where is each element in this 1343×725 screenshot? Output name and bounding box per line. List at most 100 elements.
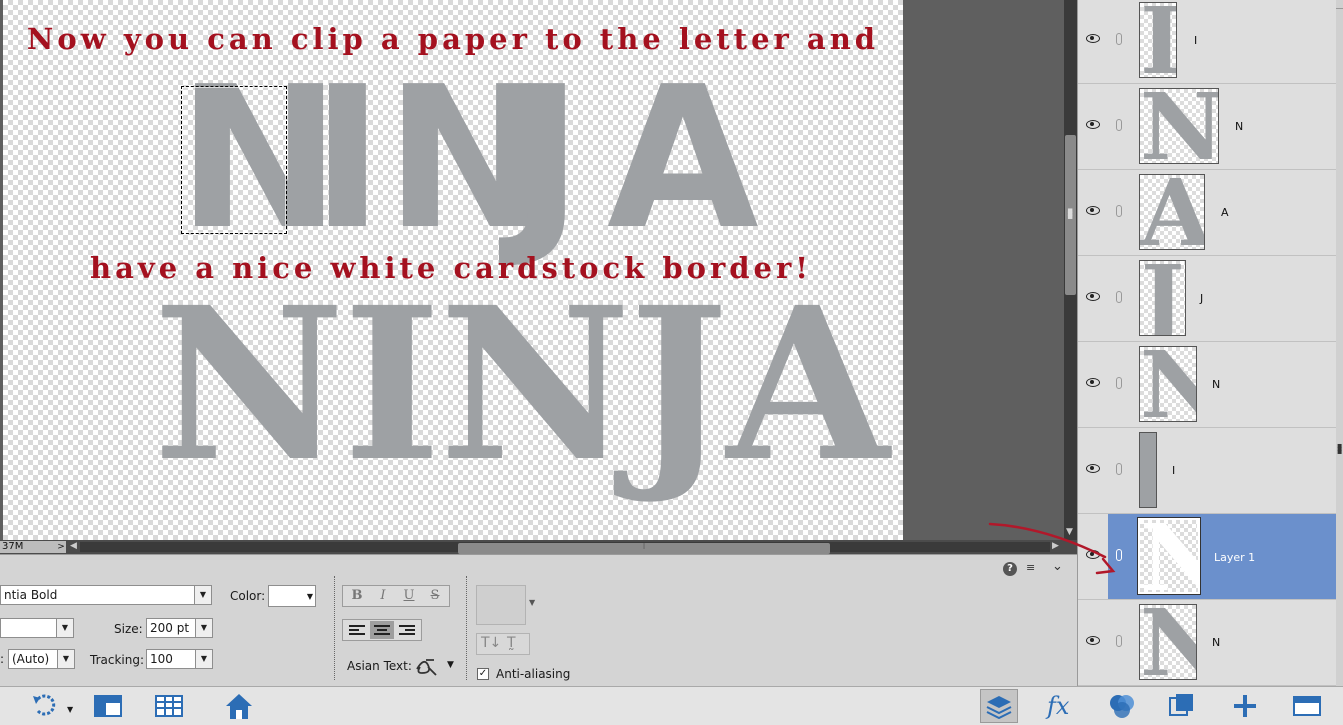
layers-scrollbar[interactable]: ▪ ▪ ▪ bbox=[1336, 9, 1343, 686]
link-icon bbox=[1116, 119, 1122, 131]
scroll-left-icon[interactable]: ◀ bbox=[70, 541, 77, 551]
font-family-dropdown[interactable]: ntia Bold ▼ bbox=[0, 585, 212, 605]
chevron-down-icon: ▼ bbox=[56, 619, 73, 637]
chevron-down-icon: ▼ bbox=[195, 650, 212, 668]
layers-icon bbox=[986, 696, 1012, 719]
strikethrough-button[interactable]: S bbox=[423, 587, 447, 605]
anti-aliasing-checkbox[interactable]: ✓ bbox=[477, 668, 489, 680]
organizer-icon[interactable] bbox=[154, 691, 184, 721]
leading-label: : bbox=[0, 652, 5, 666]
text-style-buttons: B I U S bbox=[342, 585, 450, 607]
layers-panel-button[interactable] bbox=[980, 689, 1018, 723]
sans-letter-a: A bbox=[607, 45, 759, 273]
text-color-swatch[interactable]: ▼ bbox=[268, 585, 316, 607]
eye-icon[interactable] bbox=[1086, 34, 1100, 43]
italic-button[interactable]: I bbox=[371, 587, 395, 605]
align-right-button[interactable] bbox=[395, 621, 419, 639]
layer-thumbnail: A bbox=[1139, 174, 1205, 250]
layer-name: I bbox=[1194, 34, 1198, 47]
eye-icon[interactable] bbox=[1086, 378, 1100, 387]
link-icon bbox=[1116, 635, 1122, 647]
layer-thumbnail: N bbox=[1137, 517, 1201, 595]
layout-icon[interactable] bbox=[93, 691, 123, 721]
layer-name: I bbox=[1172, 464, 1176, 477]
layer-row[interactable]: J J bbox=[1078, 256, 1336, 342]
eye-icon[interactable] bbox=[1086, 464, 1100, 473]
link-icon bbox=[1116, 463, 1122, 475]
font-style-dropdown[interactable]: ▼ bbox=[0, 618, 74, 638]
home-icon[interactable] bbox=[224, 691, 254, 721]
layer-row[interactable]: N N bbox=[1078, 600, 1336, 686]
anti-aliasing-label: Anti-aliasing bbox=[496, 667, 571, 681]
layer-thumbnail: I bbox=[1139, 2, 1177, 78]
vertical-text-icon[interactable]: T↓ bbox=[481, 635, 501, 651]
tracking-value: 100 bbox=[150, 652, 173, 666]
layer-row[interactable]: I I bbox=[1078, 0, 1336, 84]
options-divider bbox=[334, 576, 335, 680]
canvas-vertical-scrollbar[interactable]: ▪ ▪ ▪ ▼ bbox=[1064, 0, 1077, 540]
color-label: Color: bbox=[230, 589, 266, 603]
layer-thumbnail: N bbox=[1139, 346, 1197, 422]
font-size-dropdown[interactable]: 200 pt ▼ bbox=[146, 618, 213, 638]
status-bar: 37M > ◀ ⁝ ▶ bbox=[0, 540, 1077, 554]
undo-icon[interactable] bbox=[30, 691, 60, 721]
tracking-dropdown[interactable]: 100 ▼ bbox=[146, 649, 213, 669]
options-divider bbox=[466, 576, 467, 680]
asian-text-label: Asian Text: bbox=[347, 659, 412, 673]
chevron-down-icon: ▼ bbox=[57, 650, 74, 668]
layer-name: Layer 1 bbox=[1214, 551, 1256, 564]
selection-marquee[interactable] bbox=[181, 86, 287, 234]
eye-icon[interactable] bbox=[1086, 120, 1100, 129]
leading-dropdown[interactable]: (Auto) ▼ bbox=[8, 649, 75, 669]
align-left-button[interactable] bbox=[345, 621, 369, 639]
link-icon bbox=[1116, 33, 1122, 45]
horizontal-scroll-thumb[interactable]: ⁝ bbox=[458, 543, 830, 554]
chevron-down-icon: ▼ bbox=[306, 592, 313, 601]
canvas-horizontal-scrollbar[interactable]: ⁝ bbox=[80, 542, 1050, 554]
layer-name: N bbox=[1212, 636, 1221, 649]
eye-icon[interactable] bbox=[1086, 292, 1100, 301]
styles-icon[interactable] bbox=[1167, 691, 1197, 721]
tracking-label: Tracking: bbox=[90, 653, 144, 667]
underline-button[interactable]: U bbox=[397, 587, 421, 605]
status-menu-arrow[interactable]: > bbox=[56, 541, 66, 553]
warp-text-icon[interactable]: T̰ bbox=[507, 635, 516, 651]
asian-text-icon[interactable] bbox=[414, 655, 438, 677]
layer-row[interactable]: A A bbox=[1078, 170, 1336, 256]
layer-row[interactable]: N N bbox=[1078, 342, 1336, 428]
annotation-arrow bbox=[988, 522, 1116, 575]
add-icon[interactable] bbox=[1230, 691, 1260, 721]
layer-row[interactable]: N N bbox=[1078, 84, 1336, 170]
grip-icon: ▪ ▪ ▪ bbox=[1337, 441, 1343, 456]
document-canvas-area[interactable]: Now you can clip a paper to the letter a… bbox=[0, 0, 1064, 540]
layer-name: J bbox=[1200, 292, 1204, 305]
eye-icon[interactable] bbox=[1086, 636, 1100, 645]
chevron-down-icon[interactable]: ▼ bbox=[529, 598, 535, 607]
chevron-down-icon: ▼ bbox=[195, 619, 212, 637]
layer-row[interactable]: I I bbox=[1078, 428, 1336, 514]
size-label: Size: bbox=[114, 622, 143, 636]
eye-icon[interactable] bbox=[1086, 206, 1100, 215]
bold-button[interactable]: B bbox=[345, 587, 369, 605]
bottom-taskbar: ▼ fx bbox=[0, 686, 1343, 725]
align-center-button[interactable] bbox=[370, 621, 394, 639]
text-style-preview[interactable] bbox=[476, 585, 526, 625]
text-orientation-buttons: T↓ T̰ bbox=[476, 633, 530, 655]
memory-readout: 37M bbox=[0, 541, 56, 553]
chevron-down-icon[interactable]: ▼ bbox=[447, 660, 454, 670]
font-size-value: 200 pt bbox=[150, 621, 190, 635]
text-alignment-buttons bbox=[342, 619, 422, 641]
effects-fx-icon[interactable]: fx bbox=[1047, 691, 1077, 721]
layer-thumbnail: N bbox=[1139, 88, 1219, 164]
graphics-icon[interactable] bbox=[1107, 691, 1137, 721]
more-panels-icon[interactable] bbox=[1292, 691, 1322, 721]
chevron-down-icon[interactable]: ▼ bbox=[67, 705, 73, 714]
font-family-value: ntia Bold bbox=[4, 588, 58, 602]
sans-letter-j: J bbox=[510, 45, 583, 273]
layer-name: A bbox=[1221, 206, 1229, 219]
document-canvas[interactable]: Now you can clip a paper to the letter a… bbox=[3, 0, 903, 540]
leading-value: (Auto) bbox=[12, 652, 50, 666]
layer-thumbnail: J bbox=[1139, 260, 1186, 336]
layer-name: N bbox=[1212, 378, 1221, 391]
chevron-down-icon: ▼ bbox=[194, 586, 211, 604]
